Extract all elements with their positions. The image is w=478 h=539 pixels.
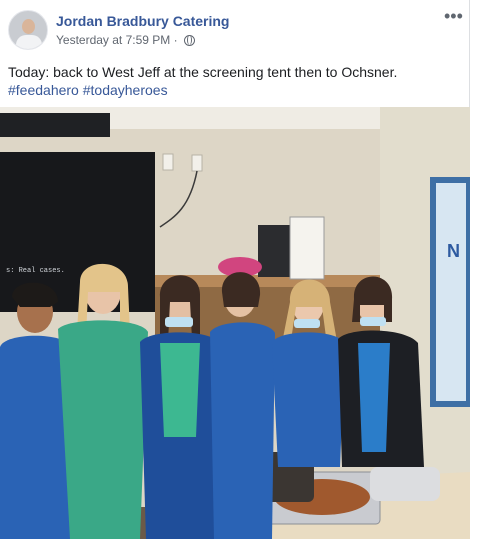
bulletin-letters: N	[447, 241, 460, 261]
bulletin-board-inner	[436, 183, 466, 401]
hashtag-link[interactable]: #todayheroes	[83, 82, 168, 98]
meta-separator: ·	[173, 33, 178, 47]
post-text: Today: back to West Jeff at the screenin…	[8, 64, 398, 80]
post-meta: Yesterday at 7:59 PM ·	[56, 33, 195, 47]
globe-icon[interactable]	[183, 35, 195, 46]
post-card: Jordan Bradbury Catering Yesterday at 7:…	[0, 0, 470, 539]
avatar-body	[16, 35, 42, 49]
wall-outlet	[191, 154, 203, 172]
more-options-icon[interactable]: •••	[444, 6, 463, 27]
post-hashtags: #feedahero #todayheroes	[8, 80, 168, 100]
post-photo[interactable]: s: Real cases. N	[0, 107, 470, 539]
photo-scene: s: Real cases. N	[0, 107, 470, 539]
wall-outlet	[162, 153, 174, 171]
coffee-box	[289, 216, 325, 280]
author-avatar[interactable]	[8, 10, 48, 50]
avatar-head	[22, 19, 35, 34]
post-header: Jordan Bradbury Catering Yesterday at 7:…	[8, 10, 468, 52]
coffee-maker	[258, 225, 292, 277]
author-name-link[interactable]: Jordan Bradbury Catering	[56, 13, 229, 29]
post-timestamp-link[interactable]: Yesterday at 7:59 PM	[56, 33, 170, 47]
tv-screen-text: s: Real cases.	[6, 267, 65, 275]
foil-wrap	[370, 467, 440, 501]
soundbar	[0, 113, 110, 137]
hashtag-link[interactable]: #feedahero	[8, 82, 79, 98]
